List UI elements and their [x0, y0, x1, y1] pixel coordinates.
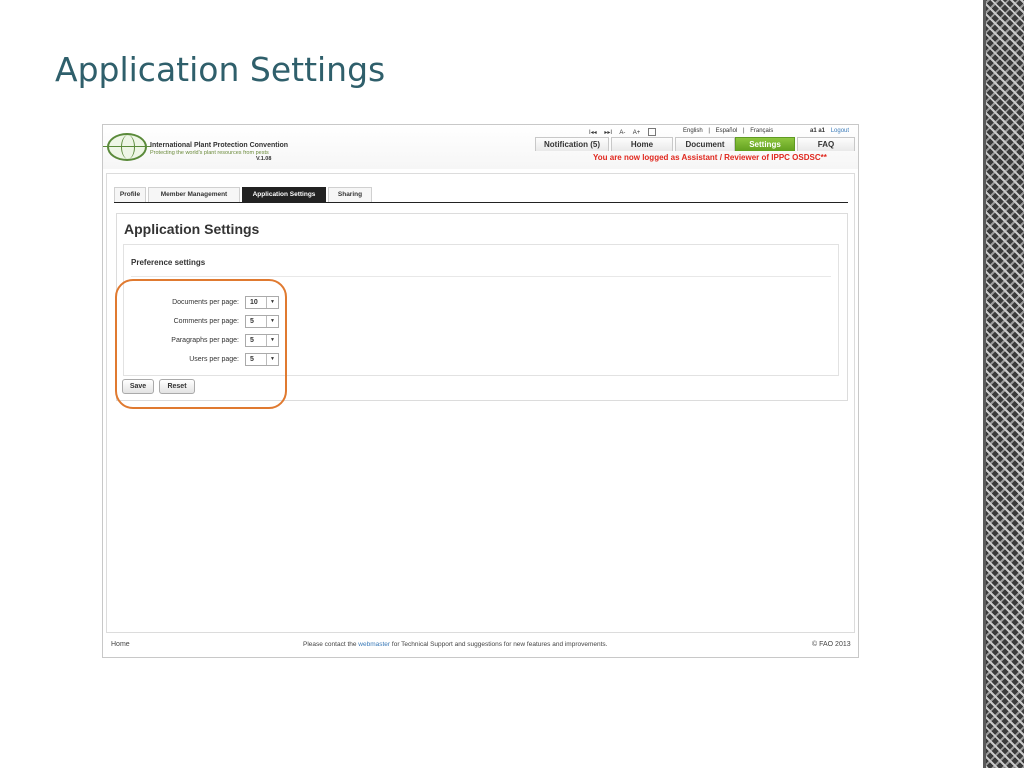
footer-message-suffix: for Technical Support and suggestions fo… — [391, 641, 608, 648]
decorative-strip — [986, 0, 1024, 768]
tab-profile[interactable]: Profile — [114, 187, 146, 202]
footer-home-link[interactable]: Home — [111, 641, 130, 648]
org-tagline: Protecting the world's plant resources f… — [150, 150, 269, 156]
font-larger-button[interactable]: A+ — [633, 130, 641, 136]
app-header: International Plant Protection Conventio… — [103, 125, 858, 169]
search-icon[interactable] — [647, 128, 656, 136]
tab-sharing[interactable]: Sharing — [328, 187, 372, 202]
nav-document[interactable]: Document — [675, 137, 735, 151]
divider — [131, 276, 831, 277]
logout-link[interactable]: Logout — [831, 128, 849, 134]
org-name: International Plant Protection Conventio… — [150, 142, 289, 149]
footer-message: Please contact the webmaster for Technic… — [303, 641, 608, 648]
language-switcher: English | Español | Français — [683, 128, 777, 134]
last-page-icon[interactable]: ▸▸I — [604, 130, 612, 136]
language-english[interactable]: English — [683, 128, 703, 134]
webmaster-link[interactable]: webmaster — [358, 641, 390, 648]
settings-heading: Application Settings — [124, 221, 260, 237]
slide-title: Application Settings — [55, 50, 386, 89]
ippc-logo-icon[interactable] — [103, 133, 151, 161]
font-smaller-button[interactable]: A- — [619, 130, 625, 136]
language-francais[interactable]: Français — [750, 128, 773, 134]
nav-notification[interactable]: Notification (5) — [535, 137, 609, 151]
tab-member-management[interactable]: Member Management — [148, 187, 240, 202]
footer-message-prefix: Please contact the — [303, 641, 357, 648]
nav-settings[interactable]: Settings — [735, 137, 795, 151]
tab-application-settings[interactable]: Application Settings — [242, 187, 326, 202]
user-name: a1 a1 — [810, 128, 826, 134]
nav-faq[interactable]: FAQ — [797, 137, 855, 151]
footer-copyright: © FAO 2013 — [812, 641, 851, 648]
app-version: V.1.08 — [256, 156, 272, 162]
app-window: International Plant Protection Conventio… — [102, 124, 859, 658]
logged-status-message: You are now logged as Assistant / Review… — [593, 153, 827, 162]
nav-home[interactable]: Home — [611, 137, 673, 151]
language-separator: | — [742, 128, 745, 134]
callout-highlight — [115, 279, 287, 409]
settings-tab-bar: Profile Member Management Application Se… — [114, 185, 848, 203]
language-separator: | — [708, 128, 710, 134]
language-espanol[interactable]: Español — [716, 128, 738, 134]
preference-settings-heading: Preference settings — [131, 258, 206, 267]
first-page-icon[interactable]: I◂◂ — [589, 130, 597, 136]
toolbar-tools: I◂◂ ▸▸I A- A+ — [589, 128, 662, 136]
user-area: a1 a1 Logout — [810, 128, 849, 134]
